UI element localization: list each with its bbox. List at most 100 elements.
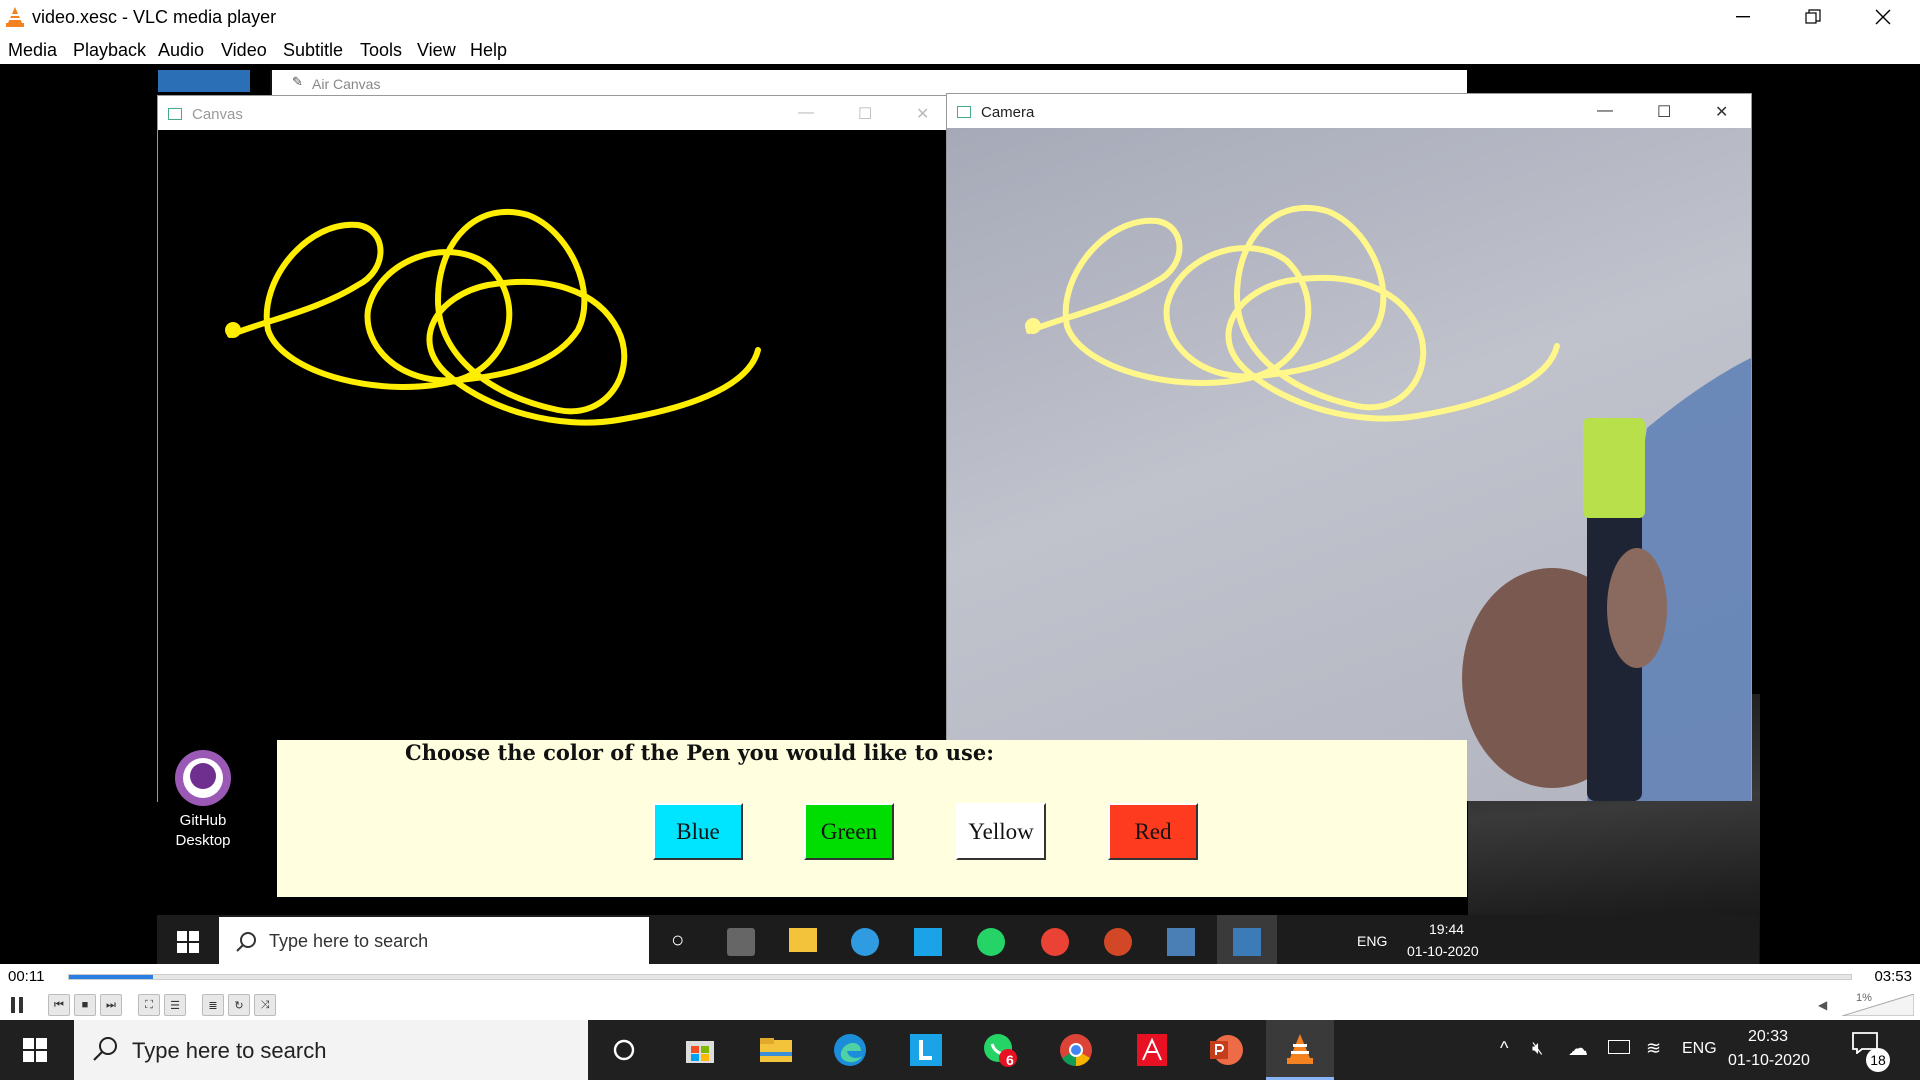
recorded-lang: ENG <box>1357 933 1388 949</box>
speaker-icon[interactable]: ◀ <box>1818 998 1827 1012</box>
taskbar-vlc[interactable] <box>1266 1020 1334 1080</box>
menu-media[interactable]: Media <box>8 40 57 61</box>
previous-icon: ⏮ <box>54 998 64 1011</box>
powerpoint-icon <box>1104 928 1132 956</box>
tray-overflow-icon[interactable]: ^ <box>1500 1038 1508 1059</box>
menu-view[interactable]: View <box>417 40 456 61</box>
camera-close-button[interactable]: ✕ <box>1715 102 1728 122</box>
taskbar-acrobat[interactable] <box>1118 1020 1186 1080</box>
stop-button[interactable]: ■ <box>74 994 96 1016</box>
recorded-cortana-icon: ○ <box>671 927 685 952</box>
chrome-icon <box>1060 1034 1092 1067</box>
pause-button[interactable] <box>6 994 28 1016</box>
loop-button[interactable]: ↻ <box>228 994 250 1016</box>
python-active-app <box>1217 915 1277 964</box>
start-button[interactable] <box>0 1020 70 1080</box>
restore-button[interactable] <box>1780 0 1846 34</box>
menu-playback[interactable]: Playback <box>73 40 146 61</box>
camera-window[interactable]: Camera — ☐ ✕ <box>946 93 1752 801</box>
camera-titlebar: Camera — ☐ ✕ <box>947 94 1751 128</box>
taskbar-store[interactable] <box>666 1020 734 1080</box>
menu-video[interactable]: Video <box>221 40 267 61</box>
menu-tools[interactable]: Tools <box>360 40 402 61</box>
onedrive-icon[interactable]: ☁ <box>1568 1036 1588 1061</box>
loop-icon: ↻ <box>234 999 244 1012</box>
close-icon <box>1875 9 1891 25</box>
volume-muted-icon[interactable]: 🔇︎ <box>1532 1038 1543 1059</box>
volume-label: 1% <box>1856 992 1872 1004</box>
taskbar-whatsapp[interactable]: 6 <box>966 1020 1034 1080</box>
store-icon <box>727 928 755 956</box>
pause-icon <box>11 997 23 1013</box>
yellow-button[interactable]: Yellow <box>956 803 1046 860</box>
taskbar-powerpoint[interactable] <box>1192 1020 1260 1080</box>
red-button[interactable]: Red <box>1108 803 1198 860</box>
l-app-icon <box>910 1034 942 1066</box>
python-idle-icon <box>1167 928 1195 956</box>
recorded-search-box: Type here to search <box>219 917 649 964</box>
next-button[interactable]: ⏭ <box>100 994 122 1016</box>
canvas-minimize-button[interactable]: — <box>798 104 814 122</box>
taskbar-chrome[interactable] <box>1042 1020 1110 1080</box>
window-title: video.xesc - VLC media player <box>32 7 277 27</box>
seek-bar[interactable] <box>68 974 1852 980</box>
minimize-icon <box>1736 16 1750 18</box>
camera-maximize-button[interactable]: ☐ <box>1657 102 1671 122</box>
search-placeholder: Type here to search <box>132 1038 327 1063</box>
wifi-icon[interactable]: ≋ <box>1646 1038 1661 1059</box>
camera-scene <box>1025 204 1751 801</box>
github-desktop-shortcut[interactable]: GitHub Desktop <box>162 749 244 851</box>
taskbar-file-explorer[interactable] <box>742 1020 810 1080</box>
pen-icon: ✎ <box>292 74 303 89</box>
canvas-titlebar: Canvas — ☐ ✕ <box>158 96 946 130</box>
file-explorer-icon <box>760 1038 792 1062</box>
menu-bar: Media Playback Audio Video Subtitle Tool… <box>0 34 1920 64</box>
shuffle-button[interactable]: ⤨ <box>254 994 276 1016</box>
camera-title: Camera <box>981 104 1035 121</box>
playlist-icon: ≣ <box>208 999 218 1012</box>
python-icon <box>1233 928 1261 956</box>
recorded-taskbar: Type here to search ○ ENG 19:44 01-10-20… <box>157 915 1759 964</box>
clock-time[interactable]: 20:33 <box>1748 1028 1788 1046</box>
search-box[interactable]: Type here to search <box>74 1020 588 1080</box>
video-area[interactable]: ✎ Air Canvas Canvas — ☐ ✕ Camera — ☐ ✕ C… <box>0 64 1920 964</box>
clock-date[interactable]: 01-10-2020 <box>1728 1052 1810 1070</box>
green-button[interactable]: Green <box>804 803 894 860</box>
recorded-search-placeholder: Type here to search <box>269 931 429 951</box>
blue-button[interactable]: Blue <box>653 803 743 860</box>
stop-icon: ■ <box>81 999 89 1011</box>
playlist-button[interactable]: ≣ <box>202 994 224 1016</box>
previous-button[interactable]: ⏮ <box>48 994 70 1016</box>
camera-minimize-button[interactable]: — <box>1597 102 1613 120</box>
restore-icon <box>1805 9 1821 24</box>
vlc-titlebar: video.xesc - VLC media player <box>0 0 1920 34</box>
action-center-button[interactable]: 18 <box>1852 1032 1896 1072</box>
volume-slider[interactable] <box>1842 994 1914 1016</box>
canvas-close-button[interactable]: ✕ <box>916 104 929 124</box>
minimize-button[interactable] <box>1710 0 1776 34</box>
chrome-icon <box>1041 928 1069 956</box>
window-app-icon <box>168 108 182 120</box>
desktop-thumbnail <box>158 70 250 92</box>
canvas-maximize-button[interactable]: ☐ <box>858 104 872 124</box>
taskbar-edge[interactable] <box>816 1020 884 1080</box>
taskbar-l-app[interactable] <box>892 1020 960 1080</box>
menu-help[interactable]: Help <box>470 40 507 61</box>
windows-start-icon <box>23 1038 47 1062</box>
whatsapp-icon <box>977 928 1005 956</box>
extended-settings-button[interactable]: ☰ <box>164 994 186 1016</box>
l-app-icon <box>914 928 942 956</box>
taskbar: Type here to search 6 ^ 🔇︎ ☁ ≋ ENG 20:33… <box>0 1020 1920 1080</box>
fullscreen-button[interactable]: ⛶ <box>138 994 160 1016</box>
menu-audio[interactable]: Audio <box>158 40 204 61</box>
menu-subtitle[interactable]: Subtitle <box>283 40 343 61</box>
canvas-window[interactable]: Canvas — ☐ ✕ <box>157 95 947 802</box>
recorded-date: 01-10-2020 <box>1407 943 1479 959</box>
next-icon: ⏭ <box>106 998 116 1011</box>
language-indicator[interactable]: ENG <box>1682 1040 1717 1058</box>
cortana-button[interactable] <box>590 1020 658 1080</box>
close-button[interactable] <box>1850 0 1916 34</box>
battery-icon[interactable] <box>1608 1040 1630 1054</box>
canvas-drawing-area[interactable] <box>158 130 946 802</box>
vlc-cone-icon <box>6 7 24 27</box>
